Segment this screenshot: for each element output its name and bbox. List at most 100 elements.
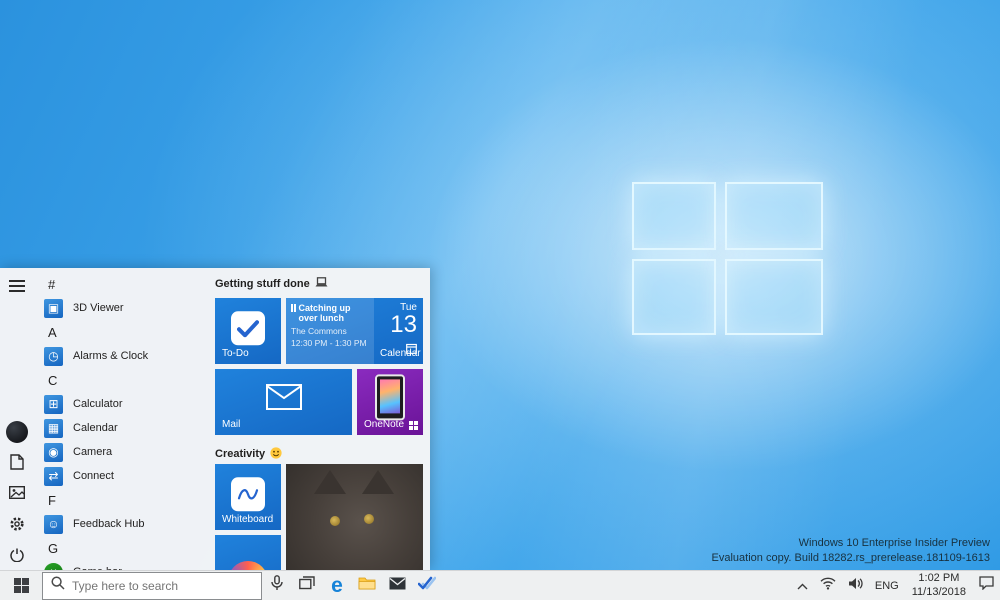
camera-icon: ◉: [44, 443, 63, 462]
tile-whiteboard[interactable]: Whiteboard: [215, 464, 281, 530]
edge-icon: e: [331, 575, 343, 596]
app-item-feedback-hub[interactable]: ☺ Feedback Hub: [34, 512, 212, 536]
folder-icon: [358, 576, 376, 595]
network-button[interactable]: [814, 571, 842, 600]
calculator-icon: ⊞: [44, 395, 63, 414]
alarm-clock-icon: ◷: [44, 347, 63, 366]
windows-logo-pane: [632, 182, 716, 250]
app-item-label: Calculator: [73, 398, 123, 410]
gear-icon: [9, 516, 25, 537]
action-center-icon: [979, 576, 994, 595]
calendar-live-event: Catching up over lunch The Commons 12:30…: [286, 298, 374, 364]
settings-button[interactable]: [5, 514, 29, 538]
app-item-label: Calendar: [73, 422, 118, 434]
mail-envelope-icon: [266, 384, 302, 415]
calendar-live-date: Tue 13: [390, 302, 417, 337]
language-label: ENG: [875, 580, 899, 592]
evaluation-watermark: Windows 10 Enterprise Insider Preview Ev…: [712, 536, 990, 566]
action-center-button[interactable]: [973, 571, 1000, 600]
app-item-camera[interactable]: ◉ Camera: [34, 440, 212, 464]
laptop-icon: [315, 277, 328, 291]
app-item-calculator[interactable]: ⊞ Calculator: [34, 392, 212, 416]
tile-area: Getting stuff done To-Do Catching up ove…: [212, 268, 430, 570]
language-indicator[interactable]: ENG: [869, 571, 905, 600]
tile-calendar[interactable]: Catching up over lunch The Commons 12:30…: [286, 298, 423, 364]
todo-app-icon: [231, 311, 265, 345]
app-item-3d-viewer[interactable]: ▣ 3D Viewer: [34, 296, 212, 320]
wifi-icon: [820, 577, 836, 595]
tile-group-label: Creativity: [215, 448, 265, 460]
app-group-letter[interactable]: C: [34, 368, 212, 392]
cortana-mic-button[interactable]: [262, 571, 292, 600]
hamburger-icon: [9, 279, 25, 297]
taskbar-clock[interactable]: 1:02 PM 11/13/2018: [905, 572, 973, 600]
watermark-line2: Evaluation copy. Build 18282.rs_prerelea…: [712, 551, 990, 566]
volume-button[interactable]: [842, 571, 869, 600]
show-hidden-icons-button[interactable]: [791, 571, 814, 600]
app-item-label: Camera: [73, 446, 112, 458]
windows-logo-pane: [725, 182, 823, 250]
app-item-label: Connect: [73, 470, 114, 482]
app-item-calendar[interactable]: ▦ Calendar: [34, 416, 212, 440]
pictures-button[interactable]: [5, 483, 29, 507]
todo-taskbar-button[interactable]: [412, 571, 442, 600]
app-item-connect[interactable]: ⇄ Connect: [34, 464, 212, 488]
pictures-icon: [9, 486, 25, 504]
speaker-icon: [848, 577, 863, 595]
tile-group-title-2[interactable]: Creativity: [215, 446, 282, 462]
system-tray: ENG 1:02 PM 11/13/2018: [791, 571, 1000, 600]
search-input[interactable]: [72, 579, 253, 593]
microphone-icon: [271, 575, 283, 596]
app-group-letter[interactable]: G: [34, 536, 212, 560]
app-group-letter[interactable]: F: [34, 488, 212, 512]
utensils-icon: [291, 303, 296, 324]
documents-button[interactable]: [5, 452, 29, 476]
search-icon: [51, 576, 65, 595]
smiley-icon: [270, 447, 282, 462]
todo-check-icon: [418, 576, 436, 595]
windows-logo-wallpaper: [632, 182, 823, 335]
user-account-button[interactable]: [5, 420, 29, 444]
windows-logo-pane: [632, 259, 716, 335]
whiteboard-app-icon: [231, 477, 265, 511]
taskbar-search[interactable]: [42, 572, 262, 600]
3d-viewer-icon: ▣: [44, 299, 63, 318]
start-menu: # ▣ 3D Viewer A ◷ Alarms & Clock C ⊞ Cal…: [0, 268, 430, 570]
task-view-button[interactable]: [292, 571, 322, 600]
tile-onenote[interactable]: OneNote: [357, 369, 423, 435]
app-item-alarms-clock[interactable]: ◷ Alarms & Clock: [34, 344, 212, 368]
app-item-label: Alarms & Clock: [73, 350, 148, 362]
desktop: Windows 10 Enterprise Insider Preview Ev…: [0, 0, 1000, 600]
power-icon: [10, 548, 24, 567]
start-button[interactable]: [0, 571, 42, 600]
tile-label: Whiteboard: [222, 514, 273, 525]
tile-group-title-1[interactable]: Getting stuff done: [215, 276, 328, 292]
tile-todo[interactable]: To-Do: [215, 298, 281, 364]
connect-icon: ⇄: [44, 467, 63, 486]
tile-label: OneNote: [364, 419, 404, 430]
app-group-letter[interactable]: #: [34, 272, 212, 296]
expand-menu-button[interactable]: [5, 276, 29, 300]
feedback-hub-icon: ☺: [44, 515, 63, 534]
calendar-mini-icon: [406, 341, 417, 359]
app-item-label: 3D Viewer: [73, 302, 124, 314]
file-explorer-button[interactable]: [352, 571, 382, 600]
user-avatar: [6, 421, 28, 443]
power-button[interactable]: [5, 545, 29, 569]
tile-mail[interactable]: Mail: [215, 369, 352, 435]
onenote-phone-image: [375, 374, 405, 420]
calendar-event-title: Catching up over lunch: [291, 303, 369, 324]
calendar-event-time: 12:30 PM - 1:30 PM: [291, 338, 369, 348]
tile-label: Mail: [222, 419, 240, 430]
edge-taskbar-button[interactable]: e: [322, 571, 352, 600]
app-group-letter[interactable]: A: [34, 320, 212, 344]
clock-time: 1:02 PM: [912, 572, 966, 586]
clock-date: 11/13/2018: [912, 586, 966, 600]
calendar-event-location: The Commons: [291, 326, 369, 336]
mail-taskbar-button[interactable]: [382, 571, 412, 600]
calendar-icon: ▦: [44, 419, 63, 438]
chevron-up-icon: [797, 577, 808, 595]
mail-icon: [389, 577, 406, 595]
windows-badge-icon: [409, 421, 418, 430]
tile-label: To-Do: [222, 348, 249, 359]
